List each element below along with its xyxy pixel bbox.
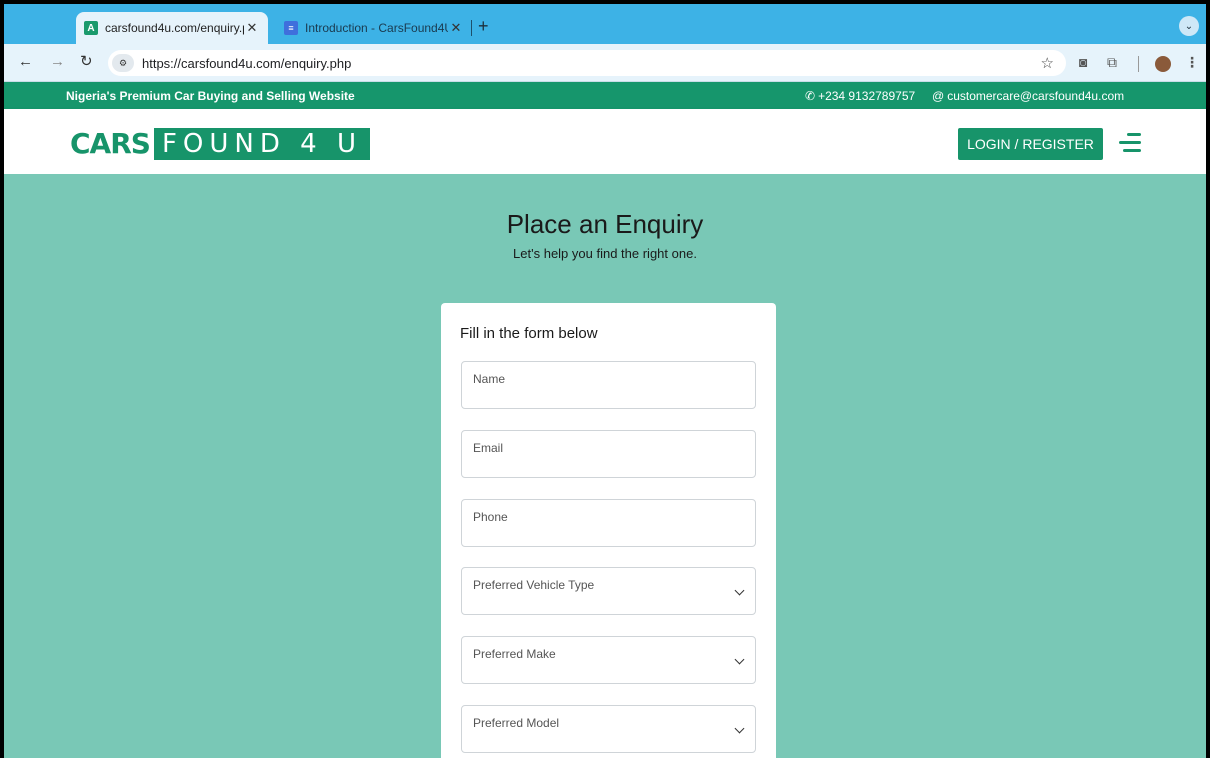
make-select[interactable]: Preferred Make [461,636,756,684]
email-field[interactable]: Email [461,430,756,478]
address-bar[interactable]: ⚙ https://carsfound4u.com/enquiry.php ☆ [108,50,1066,76]
field-label: Preferred Make [473,647,556,661]
at-icon: @ [932,89,945,103]
menu-bar [1123,149,1141,152]
chevron-down-icon [734,723,745,734]
browser-window: A carsfound4u.com/enquiry.php ✕ ≡ Introd… [4,4,1206,758]
site-logo[interactable]: CARS FOUND 4 U [70,128,370,160]
logo-found-text: FOUND 4 U [153,128,370,160]
forward-icon[interactable]: → [50,54,65,70]
page-subtitle: Let's help you find the right one. [513,246,697,261]
menu-bar [1119,141,1141,144]
url-text[interactable]: https://carsfound4u.com/enquiry.php [142,56,351,71]
browser-toolbar: ← → ↻ ⚙ https://carsfound4u.com/enquiry.… [4,44,1206,82]
camera-icon[interactable]: ◙ [1079,54,1087,70]
close-tab-icon[interactable]: ✕ [244,20,260,36]
field-label: Preferred Vehicle Type [473,578,595,592]
field-label: Name [473,372,506,386]
page-title: Place an Enquiry [506,209,704,239]
extensions-icon[interactable]: ⧉ [1107,54,1117,70]
field-label: Preferred Model [473,716,560,730]
reload-icon[interactable]: ↻ [80,54,93,70]
model-select[interactable]: Preferred Model [461,705,756,753]
enquiry-form: Fill in the form below Name Email Phone … [441,303,776,758]
toolbar-divider [1138,56,1139,72]
bookmark-star-icon[interactable]: ☆ [1041,54,1054,72]
email-address[interactable]: customercare@carsfound4u.com [947,89,1124,103]
vehicle-type-select[interactable]: Preferred Vehicle Type [461,567,756,615]
chevron-down-icon [734,585,745,596]
tab-strip: A carsfound4u.com/enquiry.php ✕ ≡ Introd… [4,4,1206,44]
contact-email[interactable]: @ customercare@carsfound4u.com [932,89,1124,103]
close-tab-icon[interactable]: ✕ [448,20,464,36]
tab-search-icon[interactable]: ⌄ [1179,16,1199,36]
login-register-button[interactable]: LOGIN / REGISTER [958,128,1103,160]
profile-avatar[interactable] [1155,56,1171,72]
site-header: CARS FOUND 4 U LOGIN / REGISTER [4,109,1206,174]
site-tagline: Nigeria's Premium Car Buying and Selling… [66,89,355,103]
site-favicon-icon: A [84,21,98,35]
chevron-down-icon [734,654,745,665]
field-label: Email [473,441,504,455]
hamburger-menu-icon[interactable] [1117,131,1141,155]
docs-favicon-icon: ≡ [284,21,298,35]
field-label: Phone [473,510,508,524]
tab-introduction[interactable]: ≡ Introduction - CarsFound4U - ✕ [276,12,472,44]
menu-bar [1127,133,1141,136]
back-icon[interactable]: ← [18,54,33,70]
tab-title: Introduction - CarsFound4U - [305,21,448,35]
form-title: Fill in the form below [460,325,598,342]
name-field[interactable]: Name [461,361,756,409]
logo-cars-text: CARS [70,127,151,160]
tab-title: carsfound4u.com/enquiry.php [105,21,244,35]
phone-icon: ✆ [805,89,816,103]
phone-number[interactable]: +234 9132789757 [818,89,915,103]
kebab-menu-icon[interactable]: ⋮ [1185,54,1199,70]
phone-field[interactable]: Phone [461,499,756,547]
new-tab-icon[interactable]: + [478,16,489,36]
tab-divider [471,20,472,36]
site-topbar: Nigeria's Premium Car Buying and Selling… [4,82,1206,109]
main-content: Place an Enquiry Let's help you find the… [4,174,1206,758]
tab-enquiry[interactable]: A carsfound4u.com/enquiry.php ✕ [76,12,268,44]
site-settings-icon[interactable]: ⚙ [112,54,134,72]
contact-phone[interactable]: ✆ +234 9132789757 [805,89,915,103]
